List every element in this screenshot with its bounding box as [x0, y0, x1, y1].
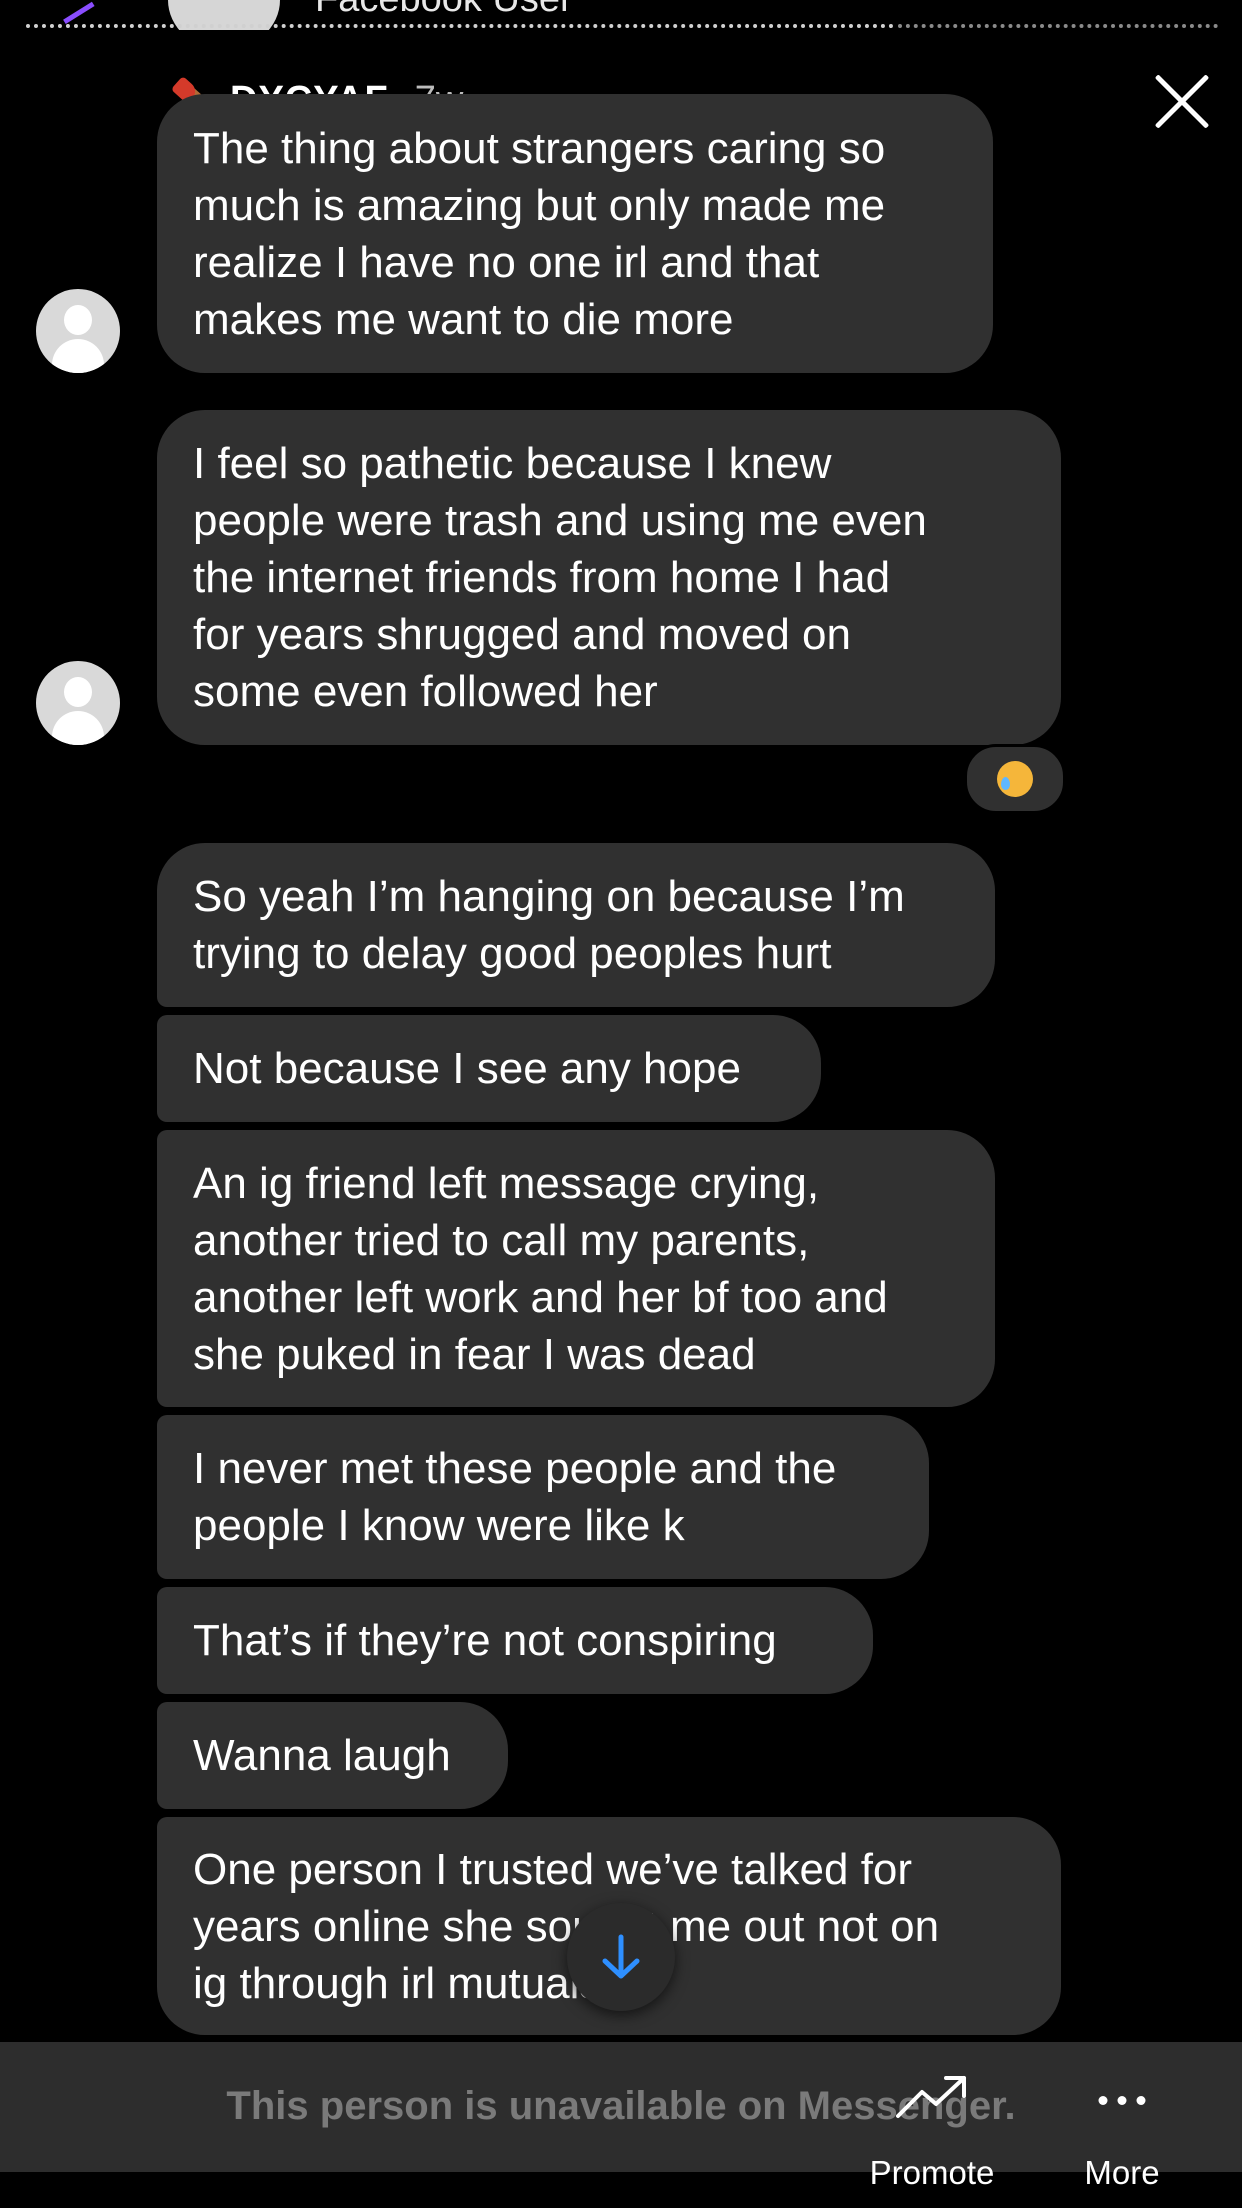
close-button[interactable] — [1150, 70, 1214, 134]
message-bubble: That’s if they’re not conspiring — [157, 1587, 873, 1694]
reaction-badge[interactable] — [964, 744, 1066, 814]
more-button[interactable]: More — [1032, 2062, 1212, 2192]
message-bubble: So yeah I’m hanging on because I’m tryin… — [157, 843, 995, 1007]
message-bubble: Not because I see any hope — [157, 1015, 821, 1122]
more-label: More — [1084, 2154, 1160, 2191]
message-bubble: Wanna laugh — [157, 1702, 508, 1809]
promote-button[interactable]: Promote — [842, 2062, 1022, 2192]
progress-remaining — [898, 24, 1218, 28]
message-bubble: An ig friend left message crying, anothe… — [157, 1130, 995, 1407]
trend-up-icon — [896, 2076, 966, 2118]
top-header: Facebook User — [0, 0, 1242, 30]
progress-watched — [26, 24, 894, 28]
arrow-down-icon — [602, 1934, 640, 1979]
top-name: Facebook User — [315, 0, 573, 21]
ring-edge-icon — [51, 0, 95, 24]
message-bubble: I never met these people and the people … — [157, 1415, 929, 1579]
more-dots-icon — [1098, 2072, 1146, 2105]
scroll-down-button[interactable] — [567, 1903, 675, 2011]
avatar[interactable] — [36, 289, 120, 373]
promote-label: Promote — [869, 2154, 995, 2191]
avatar[interactable] — [36, 661, 120, 745]
message-bubble: The thing about strangers caring so much… — [157, 94, 993, 373]
crying-face-icon — [997, 761, 1033, 797]
message-bubble: I feel so pathetic because I knew people… — [157, 410, 1061, 745]
